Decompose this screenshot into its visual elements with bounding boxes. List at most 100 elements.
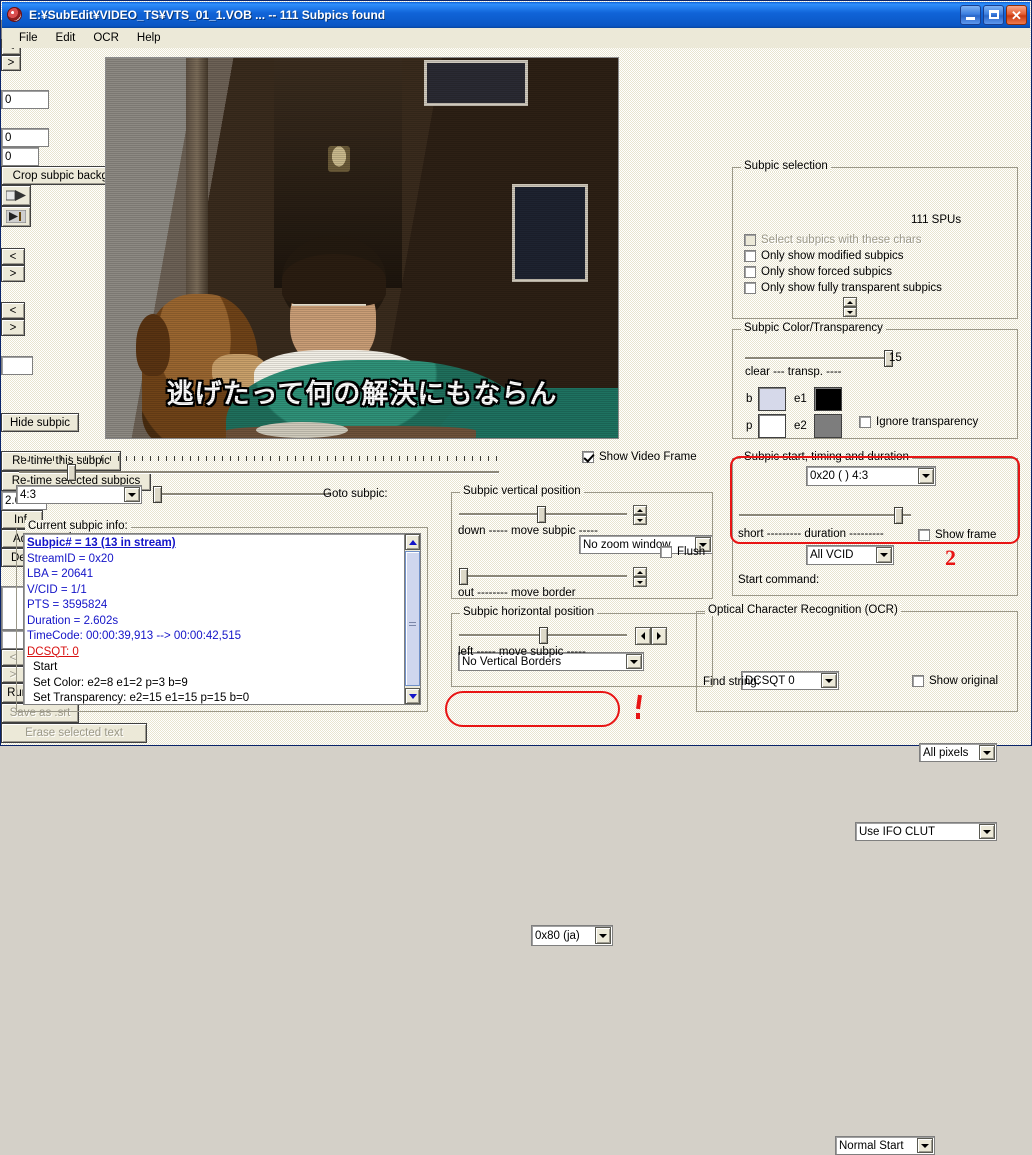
swatch-e1[interactable]	[814, 387, 842, 411]
move-border-slider[interactable]	[459, 567, 627, 585]
ignore-transparency-box	[859, 416, 871, 428]
scrollbar-thumb[interactable]	[405, 551, 420, 686]
scroll-up-icon[interactable]	[405, 534, 420, 550]
vcid-prev-button[interactable]: <	[1, 302, 25, 319]
swatch-e2[interactable]	[814, 414, 842, 438]
swatch-p[interactable]	[758, 414, 786, 438]
spinner-down-icon[interactable]	[633, 577, 647, 587]
spinner-down-icon[interactable]	[843, 307, 857, 317]
list-item[interactable]: DCSQT: 0	[27, 645, 402, 661]
horizontal-move-subpic-thumb[interactable]	[539, 627, 548, 644]
menu-file[interactable]: File	[10, 30, 47, 46]
subpic-prev-button[interactable]: <	[1, 248, 25, 265]
list-item[interactable]: StreamID = 0x20	[27, 552, 402, 568]
title-bar: E:¥SubEdit¥VIDEO_TS¥VTS_01_1.VOB ... -- …	[2, 2, 1030, 28]
vertical-move-subpic-thumb[interactable]	[537, 506, 546, 523]
move-border-caption: out -------- move border	[458, 587, 576, 599]
menu-edit[interactable]: Edit	[47, 30, 85, 46]
swatch-b[interactable]	[758, 387, 786, 411]
menu-help[interactable]: Help	[128, 30, 170, 46]
clut-combo[interactable]: Use IFO CLUT	[855, 822, 997, 841]
list-item[interactable]: TimeCode: 00:00:39,913 --> 00:00:42,515	[27, 629, 402, 645]
show-video-frame-checkbox[interactable]: Show Video Frame	[582, 451, 697, 463]
move-border-input[interactable]: 0	[1, 128, 49, 147]
list-item[interactable]: Set Transparency: e2=15 e1=15 p=15 b=0	[27, 691, 402, 704]
horizontal-move-subpic-input[interactable]: 0	[1, 147, 39, 166]
vertical-position-title: Subpic vertical position	[460, 485, 584, 497]
horizontal-move-subpic-slider[interactable]	[459, 626, 627, 644]
transparency-slider[interactable]	[745, 349, 893, 367]
dcsqt-spinner[interactable]	[843, 297, 857, 317]
list-item[interactable]: Start	[27, 660, 402, 676]
swatch-p-label: p	[746, 420, 753, 432]
show-frame-checkbox[interactable]: Show frame	[918, 529, 996, 541]
transparency-value: 15	[889, 352, 902, 364]
only-forced-box	[744, 266, 756, 278]
list-item[interactable]: Duration = 2.602s	[27, 614, 402, 630]
duration-thumb[interactable]	[894, 507, 903, 524]
flush-checkbox[interactable]: Flush	[660, 546, 705, 558]
horizontal-move-arrows[interactable]	[635, 627, 667, 645]
only-modified-checkbox[interactable]: Only show modified subpics	[744, 250, 904, 262]
minimize-button[interactable]	[960, 5, 981, 25]
spinner-up-icon[interactable]	[633, 505, 647, 515]
goto-subpic-slider[interactable]	[153, 485, 331, 503]
hide-subpic-button[interactable]: Hide subpic	[1, 413, 79, 432]
list-item[interactable]: Subpic# = 13 (13 in stream)	[27, 536, 402, 552]
select-chars-checkbox[interactable]: Select subpics with these chars	[744, 234, 921, 246]
vertical-move-subpic-slider[interactable]	[459, 505, 627, 523]
start-command-combo[interactable]: Normal Start	[835, 1136, 935, 1155]
vcid-next-button[interactable]: >	[1, 319, 25, 336]
goto-subpic-label: Goto subpic:	[323, 488, 388, 500]
subpic-next-button[interactable]: >	[1, 265, 25, 282]
maximize-button[interactable]	[983, 5, 1004, 25]
current-subpic-info-listbox[interactable]: Subpic# = 13 (13 in stream) StreamID = 0…	[23, 533, 421, 705]
chevron-down-icon[interactable]	[124, 487, 140, 502]
chevron-down-icon[interactable]	[917, 1138, 933, 1153]
subpic-info-scrollbar[interactable]	[404, 534, 420, 704]
list-item[interactable]: Set Color: e2=8 e1=2 p=3 b=9	[27, 676, 402, 692]
step-frame-button[interactable]	[1, 206, 31, 227]
chevron-down-icon[interactable]	[979, 745, 995, 760]
video-preview[interactable]: 逃げたって何の解決にもならん	[105, 57, 619, 439]
menu-ocr[interactable]: OCR	[84, 30, 128, 46]
vertical-move-subpic-input[interactable]: 0	[1, 90, 49, 109]
show-frame-label: Show frame	[935, 529, 997, 541]
only-transparent-checkbox[interactable]: Only show fully transparent subpics	[744, 282, 942, 294]
list-item[interactable]: LBA = 20641	[27, 567, 402, 583]
audio-stream-value: 0x80 (ja)	[535, 929, 580, 942]
vertical-move-subpic-caption: down ----- move subpic -----	[458, 525, 598, 537]
arrow-right-icon[interactable]	[651, 627, 667, 645]
move-border-thumb[interactable]	[459, 568, 468, 585]
spinner-down-icon[interactable]	[633, 515, 647, 525]
play-button[interactable]	[1, 185, 31, 206]
spu-count-label: 111 SPUs	[911, 214, 962, 226]
list-item[interactable]: PTS = 3595824	[27, 598, 402, 614]
duration-slider[interactable]	[739, 506, 911, 524]
next-subpic-button[interactable]: >	[1, 55, 21, 71]
spinner-up-icon[interactable]	[633, 567, 647, 577]
video-wall-picture-1	[424, 60, 528, 106]
only-forced-checkbox[interactable]: Only show forced subpics	[744, 266, 892, 278]
timeline-slider[interactable]	[19, 463, 499, 481]
show-original-checkbox[interactable]: Show original	[912, 675, 998, 687]
close-button[interactable]: ✕	[1006, 5, 1027, 25]
goto-subpic-thumb[interactable]	[153, 486, 162, 503]
arrow-left-icon[interactable]	[635, 627, 651, 645]
erase-selected-text-button[interactable]: Erase selected text	[1, 723, 147, 743]
ignore-transparency-checkbox[interactable]: Ignore transparency	[859, 416, 978, 428]
menu-bar: File Edit OCR Help	[2, 28, 1030, 48]
list-item[interactable]: V/CID = 1/1	[27, 583, 402, 599]
select-chars-input[interactable]	[1, 356, 33, 375]
audio-stream-combo[interactable]: 0x80 (ja)	[531, 925, 613, 946]
timeline-slider-thumb[interactable]	[67, 464, 76, 481]
chevron-down-icon[interactable]	[979, 824, 995, 839]
spinner-up-icon[interactable]	[843, 297, 857, 307]
vertical-move-subpic-spinner[interactable]	[633, 505, 647, 525]
chevron-down-icon[interactable]	[595, 927, 611, 944]
ocr-title: Optical Character Recognition (OCR)	[705, 604, 901, 616]
show-frame-box	[918, 529, 930, 541]
aspect-ratio-combo[interactable]: 4:3	[16, 485, 142, 504]
move-border-spinner[interactable]	[633, 567, 647, 587]
scroll-down-icon[interactable]	[405, 688, 420, 704]
